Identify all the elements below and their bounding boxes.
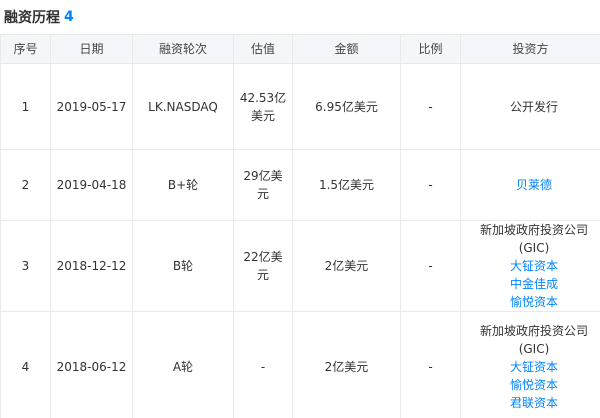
- col-header-ratio: 比例: [400, 34, 461, 64]
- investor-name: 公开发行: [509, 99, 558, 114]
- investor-link[interactable]: 贝莱德: [468, 176, 600, 194]
- cell-investors: 公开发行: [460, 63, 600, 150]
- section-count: 4: [64, 9, 74, 25]
- cell-investors: 贝莱德: [460, 149, 600, 221]
- investor-link[interactable]: 中金佳成: [468, 275, 600, 293]
- investor-link[interactable]: 君联资本: [468, 394, 600, 412]
- investor-name: 新加坡政府投资公司(GIC): [479, 223, 588, 255]
- cell-index: 3: [0, 220, 51, 312]
- valuation-line: 42.53亿: [239, 90, 287, 105]
- cell-ratio: -: [400, 220, 461, 312]
- table-row: 1 2019-05-17 LK.NASDAQ 42.53亿 美元 6.95亿美元…: [0, 63, 600, 150]
- cell-date: 2019-04-18: [50, 149, 133, 221]
- cell-date: 2018-06-12: [50, 311, 133, 418]
- investor-link[interactable]: 愉悦资本: [468, 376, 600, 394]
- col-header-amount: 金额: [292, 34, 401, 64]
- cell-valuation: 42.53亿 美元: [233, 63, 293, 150]
- investor-link[interactable]: 大钲资本: [468, 257, 600, 275]
- cell-amount: 6.95亿美元: [292, 63, 401, 150]
- cell-round: B轮: [132, 220, 234, 312]
- valuation-line: -: [260, 359, 266, 374]
- cell-round: LK.NASDAQ: [132, 63, 234, 150]
- valuation-line: 22亿美: [243, 250, 283, 264]
- cell-date: 2019-05-17: [50, 63, 133, 150]
- valuation-line: 美元: [250, 108, 275, 123]
- cell-round: B+轮: [132, 149, 234, 221]
- cell-ratio: -: [400, 149, 461, 221]
- cell-ratio: -: [400, 63, 461, 150]
- cell-valuation: -: [233, 311, 293, 418]
- section-title: 融资历程: [4, 10, 60, 26]
- cell-index: 4: [0, 311, 51, 418]
- cell-amount: 2亿美元: [292, 220, 401, 312]
- cell-amount: 1.5亿美元: [292, 149, 401, 221]
- investor-name: 新加坡政府投资公司(GIC): [479, 323, 588, 356]
- table-header-row: 序号 日期 融资轮次 估值 金额 比例 投资方: [0, 34, 600, 64]
- cell-index: 2: [0, 149, 51, 221]
- cell-valuation: 29亿美 元: [233, 149, 293, 221]
- table-row: 4 2018-06-12 A轮 - 2亿美元 - 新加坡政府投资公司(GIC) …: [0, 311, 600, 418]
- table-row: 3 2018-12-12 B轮 22亿美 元 2亿美元 - 新加坡政府投资公司(…: [0, 220, 600, 312]
- cell-round: A轮: [132, 311, 234, 418]
- col-header-index: 序号: [0, 34, 51, 64]
- col-header-investors: 投资方: [460, 34, 600, 64]
- cell-date: 2018-12-12: [50, 220, 133, 312]
- col-header-date: 日期: [50, 34, 133, 64]
- valuation-line: 元: [256, 268, 269, 282]
- cell-ratio: -: [400, 311, 461, 418]
- valuation-line: 29亿美: [243, 169, 283, 183]
- investor-link[interactable]: 大钲资本: [468, 358, 600, 376]
- cell-investors: 新加坡政府投资公司(GIC) 大钲资本 愉悦资本 君联资本: [460, 311, 600, 418]
- investor-link[interactable]: 愉悦资本: [468, 293, 600, 311]
- cell-index: 1: [0, 63, 51, 150]
- valuation-line: 元: [256, 187, 269, 201]
- funding-table: 序号 日期 融资轮次 估值 金额 比例 投资方 1 2019-05-17 LK.…: [0, 34, 600, 418]
- col-header-valuation: 估值: [233, 34, 293, 64]
- col-header-round: 融资轮次: [132, 34, 234, 64]
- cell-amount: 2亿美元: [292, 311, 401, 418]
- section-header: 融资历程 4: [0, 0, 600, 34]
- cell-investors: 新加坡政府投资公司(GIC) 大钲资本 中金佳成 愉悦资本: [460, 220, 600, 312]
- cell-valuation: 22亿美 元: [233, 220, 293, 312]
- table-row: 2 2019-04-18 B+轮 29亿美 元 1.5亿美元 - 贝莱德: [0, 149, 600, 221]
